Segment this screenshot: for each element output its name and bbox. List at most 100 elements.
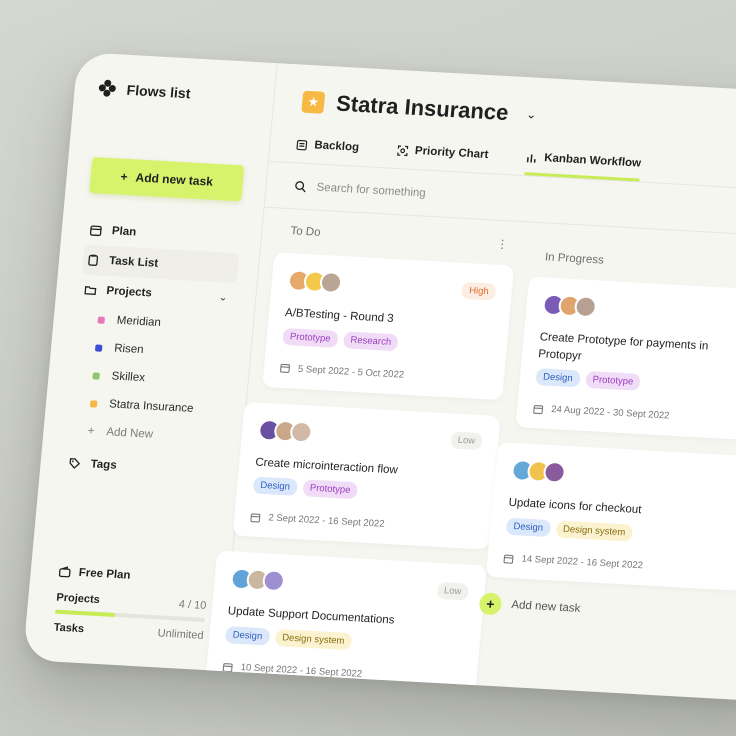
- tag-chip[interactable]: Design system: [555, 520, 633, 542]
- main-content: ★ Statra Insurance ⌄ Backlog Priority Ch…: [205, 63, 736, 703]
- tag-icon: [68, 457, 81, 470]
- plus-icon: +: [87, 425, 95, 438]
- card-tags: Prototype Research: [282, 327, 491, 357]
- chevron-down-icon[interactable]: ⌄: [218, 292, 227, 303]
- chevron-down-icon[interactable]: ⌄: [526, 107, 537, 122]
- assignee-avatars: [229, 567, 286, 593]
- backlog-icon: [296, 139, 308, 151]
- avatar[interactable]: [289, 420, 314, 444]
- plan-projects-value: 4 / 10: [178, 598, 207, 612]
- tab-label: Backlog: [313, 139, 360, 154]
- column-title: In Progress: [544, 251, 605, 267]
- card-date-range: 10 Sept 2022 - 16 Sept 2022: [222, 661, 461, 685]
- plan-projects-progress: [54, 609, 206, 622]
- plan-box: Free Plan Projects 4 / 10 Tasks Unlimite…: [53, 566, 209, 642]
- avatar[interactable]: [319, 270, 343, 295]
- card-date-range: 14 Sept 2022 - 16 Sept 2022: [503, 553, 728, 576]
- sidebar-item-tags[interactable]: Tags: [63, 448, 220, 487]
- calendar-icon: [503, 553, 514, 564]
- date-text: 5 Sept 2022 - 5 Oct 2022: [297, 363, 405, 381]
- task-card[interactable]: Low Update Support Documentations Design De…: [205, 550, 487, 701]
- app-window: Flows list + Add new task Plan Task List…: [22, 52, 736, 703]
- calendar-icon: [280, 363, 291, 374]
- add-new-task-button[interactable]: + Add new task: [89, 156, 245, 202]
- plan-name: Free Plan: [78, 566, 132, 582]
- card-header: Low: [229, 567, 470, 603]
- flower-logo-icon: [98, 79, 118, 98]
- plus-icon: +: [478, 592, 503, 616]
- clipboard-icon: [87, 254, 100, 267]
- more-vertical-icon[interactable]: ⋮: [496, 237, 509, 252]
- sidebar-nav: Plan Task List Projects ⌄ Meridian Risen S…: [63, 215, 242, 487]
- date-text: 24 Aug 2022 - 30 Sept 2022: [550, 404, 670, 422]
- project-color-dot: [94, 343, 103, 352]
- tab-backlog[interactable]: Backlog: [295, 138, 360, 165]
- card-date-range: 24 Aug 2022 - 30 Sept 2022: [533, 403, 736, 426]
- kanban-board: To Do ⋮ High A/BTesting - Round 3 Prototype R…: [205, 208, 736, 703]
- plan-tasks-label: Tasks: [53, 621, 85, 636]
- kanban-icon: [526, 152, 538, 164]
- assignee-avatars: [257, 418, 314, 444]
- task-card[interactable]: High A/BTesting - Round 3 Prototype Researc…: [262, 252, 515, 400]
- plan-projects-row: Projects 4 / 10: [56, 592, 207, 612]
- tag-chip[interactable]: Design: [252, 476, 298, 497]
- task-card[interactable]: Create Prototype for payments in Protopy…: [515, 276, 736, 441]
- plan-tasks-row: Tasks Unlimited: [53, 622, 204, 642]
- add-new-task-button[interactable]: + Add new task: [474, 592, 736, 629]
- project-color-dot: [89, 399, 98, 408]
- calendar-icon: [89, 224, 102, 237]
- sidebar-item-label: Task List: [108, 255, 159, 270]
- add-task-label: Add new task: [510, 599, 581, 615]
- project-name: Statra Insurance: [108, 398, 194, 415]
- project-name: Risen: [113, 342, 145, 357]
- avatar[interactable]: [542, 461, 567, 485]
- tab-priority-chart[interactable]: Priority Chart: [395, 144, 489, 173]
- tag-chip[interactable]: Prototype: [584, 371, 641, 392]
- tag-chip[interactable]: Design: [535, 368, 581, 388]
- priority-badge: Low: [449, 431, 483, 451]
- tab-label: Priority Chart: [414, 144, 489, 162]
- brand: Flows list: [98, 79, 254, 106]
- card-tags: Design Prototype: [535, 368, 736, 397]
- assignee-avatars: [287, 269, 343, 295]
- avatar[interactable]: [573, 295, 598, 319]
- calendar-icon: [250, 512, 261, 523]
- folder-icon: [84, 284, 97, 297]
- card-header: [541, 293, 736, 327]
- kanban-column: In Progress Create Prototype for payments…: [478, 251, 736, 703]
- card-header: Low: [257, 418, 483, 452]
- card-header: High: [287, 269, 497, 303]
- plan-tasks-value: Unlimited: [157, 627, 205, 642]
- tag-chip[interactable]: Design: [505, 517, 551, 538]
- calendar-icon: [222, 662, 233, 673]
- card-header: [510, 459, 736, 493]
- task-card[interactable]: Update icons for checkout Design Design sy…: [485, 442, 736, 591]
- progress-fill: [54, 609, 116, 617]
- project-name: Skillex: [111, 370, 146, 385]
- assignee-avatars: [541, 293, 598, 319]
- card-date-range: 2 Sept 2022 - 16 Sept 2022: [250, 512, 475, 535]
- priority-badge: Low: [436, 581, 470, 601]
- column-title: To Do: [289, 225, 322, 239]
- tag-chip[interactable]: Prototype: [302, 479, 359, 500]
- project-name: Meridian: [116, 314, 162, 330]
- task-card[interactable]: Low Create microinteraction flow Design Pro…: [232, 401, 501, 551]
- tag-chip[interactable]: Prototype: [282, 327, 339, 348]
- assignee-avatars: [510, 459, 567, 485]
- project-list: Meridian Risen Skillex Statra Insurance: [69, 304, 234, 424]
- plus-icon: +: [120, 169, 129, 184]
- calendar-icon: [533, 404, 544, 415]
- project-color-dot: [97, 316, 106, 324]
- tag-chip[interactable]: Research: [342, 330, 399, 351]
- priority-badge: High: [461, 281, 497, 301]
- card-date-range: 5 Sept 2022 - 5 Oct 2022: [280, 362, 489, 385]
- card-title: Create Prototype for payments in Protopy…: [537, 331, 709, 363]
- date-text: 10 Sept 2022 - 16 Sept 2022: [240, 662, 363, 680]
- star-icon: ★: [301, 90, 326, 114]
- kanban-column: To Do ⋮ High A/BTesting - Round 3 Prototype R…: [205, 224, 517, 702]
- tag-chip[interactable]: Design system: [274, 628, 353, 651]
- tab-label: Kanban Workflow: [543, 152, 642, 170]
- tag-chip[interactable]: Design: [224, 626, 270, 646]
- avatar[interactable]: [261, 569, 286, 593]
- search-input[interactable]: Search for something: [316, 181, 426, 199]
